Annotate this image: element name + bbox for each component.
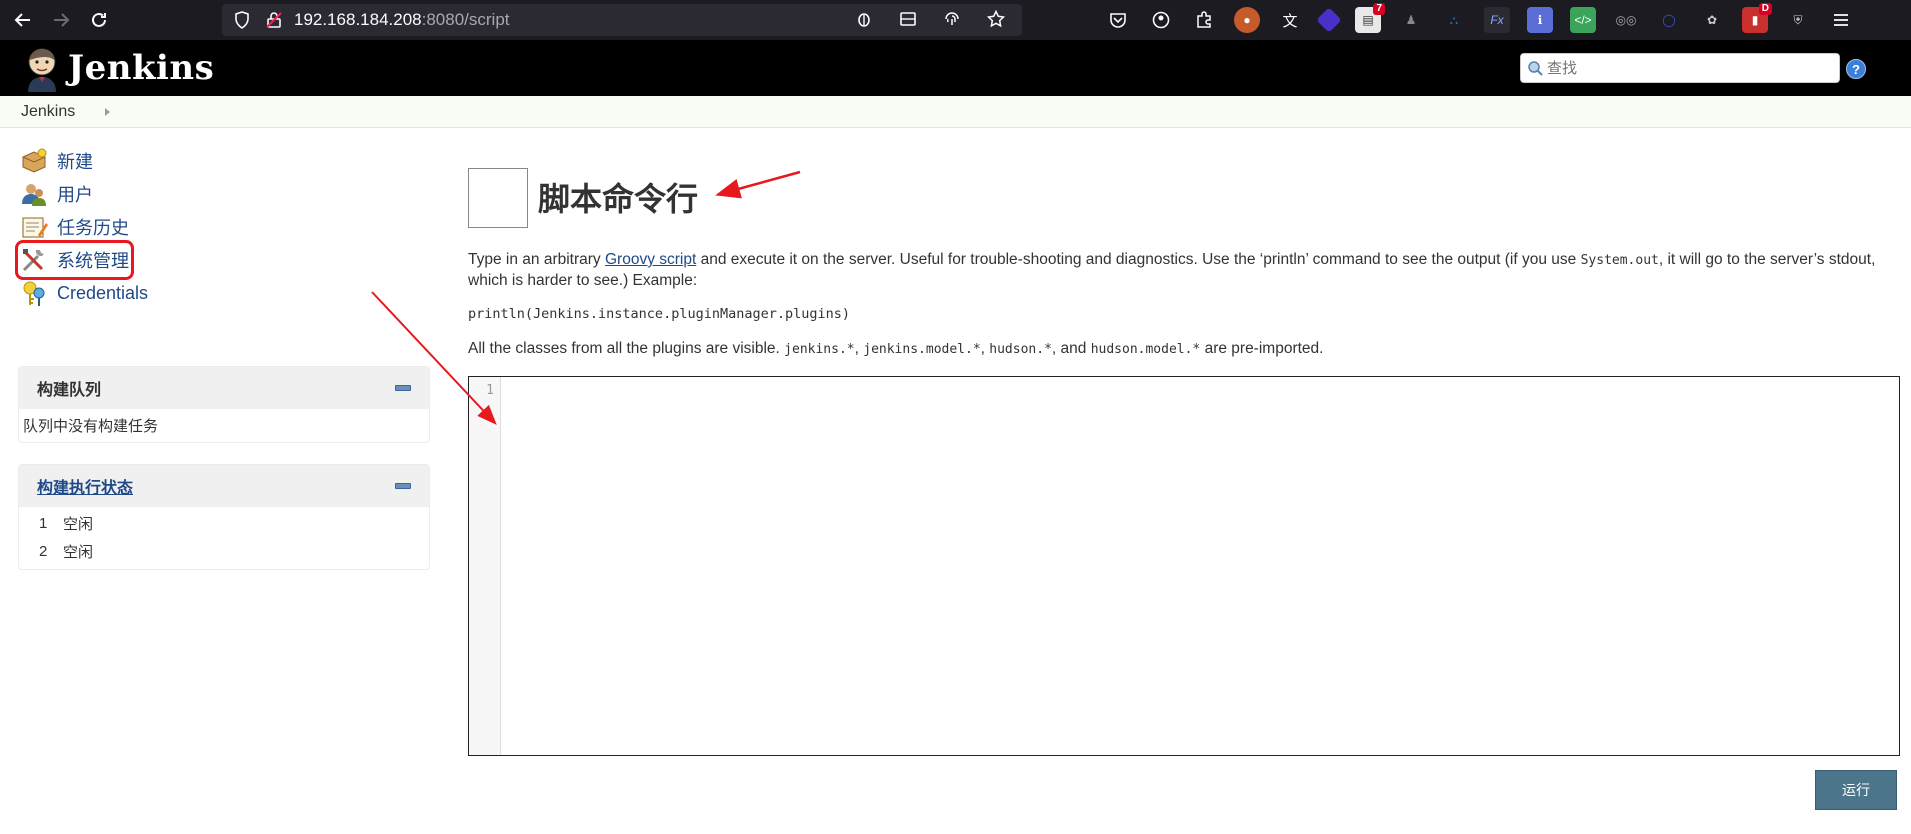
- import-package-code: hudson.*: [989, 342, 1052, 357]
- task-label: 新建: [57, 152, 93, 172]
- line-number: 1: [486, 383, 494, 398]
- import-package-code: hudson.model.*: [1090, 342, 1201, 357]
- description-text: Type in an arbitrary: [468, 251, 605, 268]
- script-editor[interactable]: 1: [468, 376, 1900, 756]
- layers-icon[interactable]: [1316, 7, 1342, 33]
- import-package-code: jenkins.*: [784, 342, 855, 357]
- extension-toolbar: ● 文 ▤ 7 ♟ ⛬ Fx ℹ </> ◎◎ ◯ ✿ ▮ D ⛨: [1105, 3, 1854, 36]
- executor-number: 1: [39, 514, 48, 532]
- task-label: 用户: [57, 185, 93, 205]
- ublock-icon[interactable]: ●: [1234, 7, 1260, 33]
- extensions-puzzle-icon[interactable]: [1191, 7, 1217, 33]
- fx-icon[interactable]: Fx: [1484, 7, 1510, 33]
- imports-text: All the classes from all the plugins are…: [468, 340, 785, 357]
- forward-icon[interactable]: [46, 5, 76, 35]
- executors-pane: 构建执行状态 1 空闲 2 空闲: [18, 464, 430, 570]
- breadcrumb-item-jenkins[interactable]: Jenkins: [21, 103, 75, 121]
- clipboard-ext-icon[interactable]: ▤ 7: [1355, 3, 1385, 33]
- executor-status: 空闲: [63, 515, 94, 533]
- executor-row: 2 空闲: [19, 537, 429, 565]
- task-users[interactable]: 用户: [20, 179, 93, 209]
- fingerprint-icon[interactable]: [940, 7, 964, 31]
- executors-list: 1 空闲 2 空闲: [19, 507, 429, 569]
- network-icon[interactable]: ⛬: [1441, 7, 1467, 33]
- title-annotation-arrow: [715, 170, 801, 199]
- cookie-icon[interactable]: ✿: [1699, 7, 1725, 33]
- task-label: 系统管理: [57, 251, 129, 271]
- search-input[interactable]: [1547, 59, 1827, 77]
- search-box[interactable]: [1520, 53, 1840, 83]
- user-agent-icon[interactable]: ♟: [1398, 7, 1424, 33]
- imports-separator: ,: [854, 340, 864, 357]
- task-label: Credentials: [57, 282, 149, 303]
- account-icon[interactable]: [1148, 7, 1174, 33]
- address-bar[interactable]: 192.168.184.208 :8080/script: [222, 4, 1022, 36]
- import-package-code: jenkins.model.*: [863, 342, 981, 357]
- bug-icon[interactable]: [852, 7, 876, 31]
- executors-title[interactable]: 构建执行状态: [37, 474, 133, 498]
- imports-separator: , and: [1051, 340, 1091, 357]
- build-queue-pane: 构建队列 队列中没有构建任务: [18, 366, 430, 443]
- shield-ext-icon[interactable]: ⛨: [1785, 7, 1811, 33]
- script-description: Type in an arbitrary Groovy script and e…: [468, 250, 1900, 291]
- shield-icon[interactable]: [230, 8, 254, 32]
- collapse-icon[interactable]: [395, 483, 411, 489]
- run-button[interactable]: 运行: [1815, 770, 1897, 810]
- imports-separator: ,: [980, 340, 990, 357]
- search-icon: [1528, 61, 1543, 76]
- help-icon[interactable]: ?: [1846, 59, 1866, 79]
- build-history-icon: [22, 217, 48, 238]
- bookmark-ext-icon[interactable]: ℹ: [1527, 7, 1553, 33]
- bookmark-star-icon[interactable]: [984, 7, 1008, 31]
- menu-icon[interactable]: [1828, 7, 1854, 33]
- collapse-icon[interactable]: [395, 385, 411, 391]
- task-manage-jenkins[interactable]: 系统管理: [15, 240, 134, 280]
- description-text: and execute it on the server. Useful for…: [696, 251, 1581, 268]
- jenkins-title[interactable]: Jenkins: [68, 48, 214, 88]
- notes-ext-icon[interactable]: ▮ D: [1742, 3, 1772, 33]
- url-path: :8080/script: [421, 10, 510, 29]
- build-queue-title: 构建队列: [37, 382, 102, 399]
- glasses-icon[interactable]: ◎◎: [1613, 7, 1639, 33]
- jenkins-logo-icon[interactable]: [20, 44, 68, 92]
- executor-row: 1 空闲: [19, 509, 429, 537]
- users-icon: [22, 184, 46, 206]
- page-title: 脚本命令行: [538, 181, 699, 217]
- pocket-icon[interactable]: [1105, 7, 1131, 33]
- task-new-item[interactable]: 新建: [20, 146, 93, 176]
- manage-jenkins-icon: [22, 249, 44, 272]
- page-icon-placeholder: [468, 168, 528, 228]
- executors-header: 构建执行状态: [19, 465, 429, 507]
- code-ext-icon[interactable]: </>: [1570, 7, 1596, 33]
- breadcrumb-arrow-icon[interactable]: [105, 107, 111, 116]
- reader-view-icon[interactable]: [896, 7, 920, 31]
- example-code: println(Jenkins.instance.pluginManager.p…: [468, 306, 851, 322]
- back-icon[interactable]: [8, 5, 38, 35]
- groovy-script-link[interactable]: Groovy script: [605, 251, 696, 268]
- breadcrumb: Jenkins: [0, 96, 1911, 128]
- insecure-lock-icon[interactable]: [262, 8, 286, 32]
- build-queue-header: 构建队列: [19, 367, 429, 409]
- url-host: 192.168.184.208: [294, 10, 422, 29]
- imports-note: All the classes from all the plugins are…: [468, 340, 1323, 358]
- translate-icon[interactable]: 文: [1277, 7, 1303, 33]
- browser-toolbar: 192.168.184.208 :8080/script ● 文 ▤ 7 ♟ ⛬ …: [0, 0, 1911, 40]
- new-item-icon: [22, 148, 47, 173]
- imports-text: are pre-imported.: [1200, 340, 1324, 357]
- reload-icon[interactable]: [84, 5, 114, 35]
- task-credentials[interactable]: Credentials: [20, 278, 148, 308]
- credentials-icon: [23, 281, 45, 306]
- editor-gutter: 1: [469, 377, 501, 755]
- jenkins-header: Jenkins ?: [0, 40, 1911, 96]
- executor-status: 空闲: [63, 543, 94, 561]
- circle-ext-icon[interactable]: ◯: [1656, 7, 1682, 33]
- task-label: 任务历史: [57, 218, 129, 238]
- system-out-code: System.out: [1580, 253, 1659, 268]
- task-build-history[interactable]: 任务历史: [20, 212, 129, 242]
- executor-number: 2: [39, 542, 48, 560]
- build-queue-empty-text: 队列中没有构建任务: [23, 418, 159, 435]
